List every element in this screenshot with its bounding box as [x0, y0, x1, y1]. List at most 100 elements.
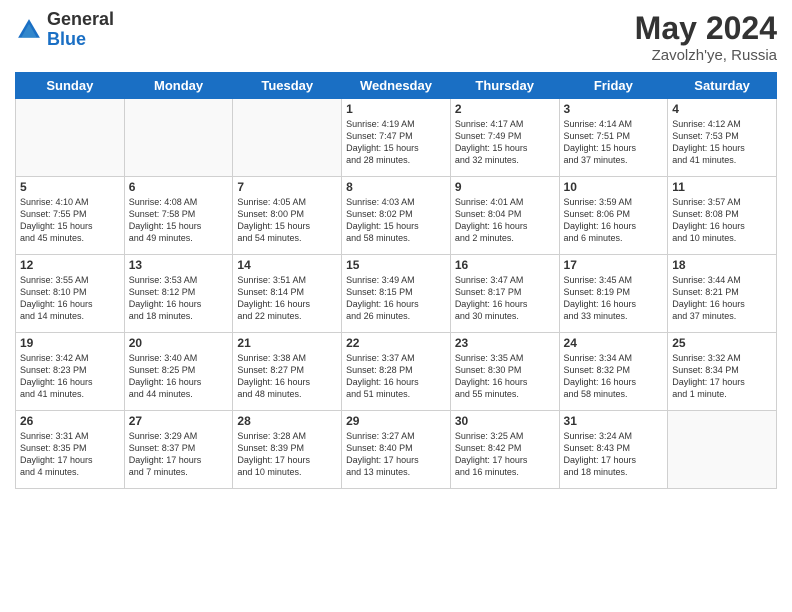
col-thursday: Thursday [450, 73, 559, 99]
day-number: 2 [455, 102, 555, 116]
day-info: Sunrise: 3:53 AM Sunset: 8:12 PM Dayligh… [129, 274, 229, 323]
table-row: 24Sunrise: 3:34 AM Sunset: 8:32 PM Dayli… [559, 333, 668, 411]
day-info: Sunrise: 3:47 AM Sunset: 8:17 PM Dayligh… [455, 274, 555, 323]
table-row: 9 Sunrise: 4:01 AM Sunset: 8:04 PM Daylig… [450, 177, 559, 255]
table-row: 26 Sunrise: 3:31 AM Sunset: 8:35 PM Dayli… [16, 411, 125, 489]
day-number: 19 [20, 336, 120, 350]
table-row: 27 Sunrise: 3:29 AM Sunset: 8:37 PM Dayli… [124, 411, 233, 489]
table-row: 11 Sunrise: 3:57 AM Sunset: 8:08 PM Dayli… [668, 177, 777, 255]
day-info: Sunrise: 4:03 AM Sunset: 8:02 PM Dayligh… [346, 196, 446, 245]
table-row: 31Sunrise: 3:24 AM Sunset: 8:43 PM Dayli… [559, 411, 668, 489]
table-row: 14 Sunrise: 3:51 AM Sunset: 8:14 PM Dayli… [233, 255, 342, 333]
day-info: Sunrise: 3:27 AM Sunset: 8:40 PM Dayligh… [346, 430, 446, 479]
day-info: Sunrise: 4:17 AM Sunset: 7:49 PM Dayligh… [455, 118, 555, 167]
col-wednesday: Wednesday [342, 73, 451, 99]
table-row: 7 Sunrise: 4:05 AM Sunset: 8:00 PM Daylig… [233, 177, 342, 255]
day-info: Sunrise: 4:05 AM Sunset: 8:00 PM Dayligh… [237, 196, 337, 245]
day-info: Sunrise: 4:10 AM Sunset: 7:55 PM Dayligh… [20, 196, 120, 245]
day-number: 27 [129, 414, 229, 428]
table-row: 5Sunrise: 4:10 AM Sunset: 7:55 PM Daylig… [16, 177, 125, 255]
table-row: 6 Sunrise: 4:08 AM Sunset: 7:58 PM Daylig… [124, 177, 233, 255]
col-tuesday: Tuesday [233, 73, 342, 99]
title-block: May 2024 Zavolzh'ye, Russia [635, 10, 777, 64]
table-row: 8 Sunrise: 4:03 AM Sunset: 8:02 PM Daylig… [342, 177, 451, 255]
day-number: 14 [237, 258, 337, 272]
day-info: Sunrise: 3:40 AM Sunset: 8:25 PM Dayligh… [129, 352, 229, 401]
table-row [233, 99, 342, 177]
day-info: Sunrise: 3:37 AM Sunset: 8:28 PM Dayligh… [346, 352, 446, 401]
week-row-4: 26 Sunrise: 3:31 AM Sunset: 8:35 PM Dayli… [16, 411, 777, 489]
day-info: Sunrise: 4:12 AM Sunset: 7:53 PM Dayligh… [672, 118, 772, 167]
day-number: 29 [346, 414, 446, 428]
table-row: 15Sunrise: 3:49 AM Sunset: 8:15 PM Dayli… [342, 255, 451, 333]
day-info: Sunrise: 3:57 AM Sunset: 8:08 PM Dayligh… [672, 196, 772, 245]
table-row: 30 Sunrise: 3:25 AM Sunset: 8:42 PM Dayli… [450, 411, 559, 489]
table-row: 28 Sunrise: 3:28 AM Sunset: 8:39 PM Dayli… [233, 411, 342, 489]
week-row-3: 19Sunrise: 3:42 AM Sunset: 8:23 PM Dayli… [16, 333, 777, 411]
col-sunday: Sunday [16, 73, 125, 99]
day-number: 1 [346, 102, 446, 116]
day-number: 7 [237, 180, 337, 194]
day-number: 9 [455, 180, 555, 194]
day-info: Sunrise: 3:38 AM Sunset: 8:27 PM Dayligh… [237, 352, 337, 401]
day-number: 26 [20, 414, 120, 428]
table-row [16, 99, 125, 177]
day-number: 18 [672, 258, 772, 272]
day-info: Sunrise: 4:01 AM Sunset: 8:04 PM Dayligh… [455, 196, 555, 245]
day-number: 4 [672, 102, 772, 116]
day-number: 11 [672, 180, 772, 194]
day-info: Sunrise: 3:44 AM Sunset: 8:21 PM Dayligh… [672, 274, 772, 323]
week-row-2: 12Sunrise: 3:55 AM Sunset: 8:10 PM Dayli… [16, 255, 777, 333]
day-number: 8 [346, 180, 446, 194]
day-number: 16 [455, 258, 555, 272]
table-row: 16 Sunrise: 3:47 AM Sunset: 8:17 PM Dayli… [450, 255, 559, 333]
day-number: 22 [346, 336, 446, 350]
day-number: 30 [455, 414, 555, 428]
day-number: 23 [455, 336, 555, 350]
logo-text: General Blue [47, 10, 114, 50]
table-row: 19Sunrise: 3:42 AM Sunset: 8:23 PM Dayli… [16, 333, 125, 411]
day-info: Sunrise: 3:29 AM Sunset: 8:37 PM Dayligh… [129, 430, 229, 479]
day-info: Sunrise: 3:59 AM Sunset: 8:06 PM Dayligh… [564, 196, 664, 245]
day-number: 6 [129, 180, 229, 194]
day-number: 10 [564, 180, 664, 194]
day-info: Sunrise: 3:28 AM Sunset: 8:39 PM Dayligh… [237, 430, 337, 479]
day-info: Sunrise: 3:45 AM Sunset: 8:19 PM Dayligh… [564, 274, 664, 323]
logo-icon [15, 16, 43, 44]
day-info: Sunrise: 4:08 AM Sunset: 7:58 PM Dayligh… [129, 196, 229, 245]
table-row: 10 Sunrise: 3:59 AM Sunset: 8:06 PM Dayli… [559, 177, 668, 255]
day-info: Sunrise: 3:35 AM Sunset: 8:30 PM Dayligh… [455, 352, 555, 401]
table-row [124, 99, 233, 177]
table-row: 13Sunrise: 3:53 AM Sunset: 8:12 PM Dayli… [124, 255, 233, 333]
day-number: 21 [237, 336, 337, 350]
calendar-table: Sunday Monday Tuesday Wednesday Thursday… [15, 72, 777, 489]
table-row [668, 411, 777, 489]
logo: General Blue [15, 10, 114, 50]
day-info: Sunrise: 3:25 AM Sunset: 8:42 PM Dayligh… [455, 430, 555, 479]
day-number: 28 [237, 414, 337, 428]
day-info: Sunrise: 3:55 AM Sunset: 8:10 PM Dayligh… [20, 274, 120, 323]
week-row-1: 5Sunrise: 4:10 AM Sunset: 7:55 PM Daylig… [16, 177, 777, 255]
table-row: 23 Sunrise: 3:35 AM Sunset: 8:30 PM Dayli… [450, 333, 559, 411]
day-number: 15 [346, 258, 446, 272]
table-row: 17Sunrise: 3:45 AM Sunset: 8:19 PM Dayli… [559, 255, 668, 333]
day-number: 24 [564, 336, 664, 350]
title-location: Zavolzh'ye, Russia [635, 47, 777, 64]
day-number: 3 [564, 102, 664, 116]
col-friday: Friday [559, 73, 668, 99]
logo-blue-text: Blue [47, 30, 114, 50]
page: General Blue May 2024 Zavolzh'ye, Russia… [0, 0, 792, 612]
table-row: 1Sunrise: 4:19 AM Sunset: 7:47 PM Daylig… [342, 99, 451, 177]
table-row: 3Sunrise: 4:14 AM Sunset: 7:51 PM Daylig… [559, 99, 668, 177]
calendar-header-row: Sunday Monday Tuesday Wednesday Thursday… [16, 73, 777, 99]
day-info: Sunrise: 3:31 AM Sunset: 8:35 PM Dayligh… [20, 430, 120, 479]
calendar-body: 1Sunrise: 4:19 AM Sunset: 7:47 PM Daylig… [16, 99, 777, 489]
header: General Blue May 2024 Zavolzh'ye, Russia [15, 10, 777, 64]
day-info: Sunrise: 3:51 AM Sunset: 8:14 PM Dayligh… [237, 274, 337, 323]
table-row: 21 Sunrise: 3:38 AM Sunset: 8:27 PM Dayli… [233, 333, 342, 411]
table-row: 12Sunrise: 3:55 AM Sunset: 8:10 PM Dayli… [16, 255, 125, 333]
logo-general-text: General [47, 10, 114, 30]
title-month: May 2024 [635, 10, 777, 47]
col-saturday: Saturday [668, 73, 777, 99]
day-number: 20 [129, 336, 229, 350]
